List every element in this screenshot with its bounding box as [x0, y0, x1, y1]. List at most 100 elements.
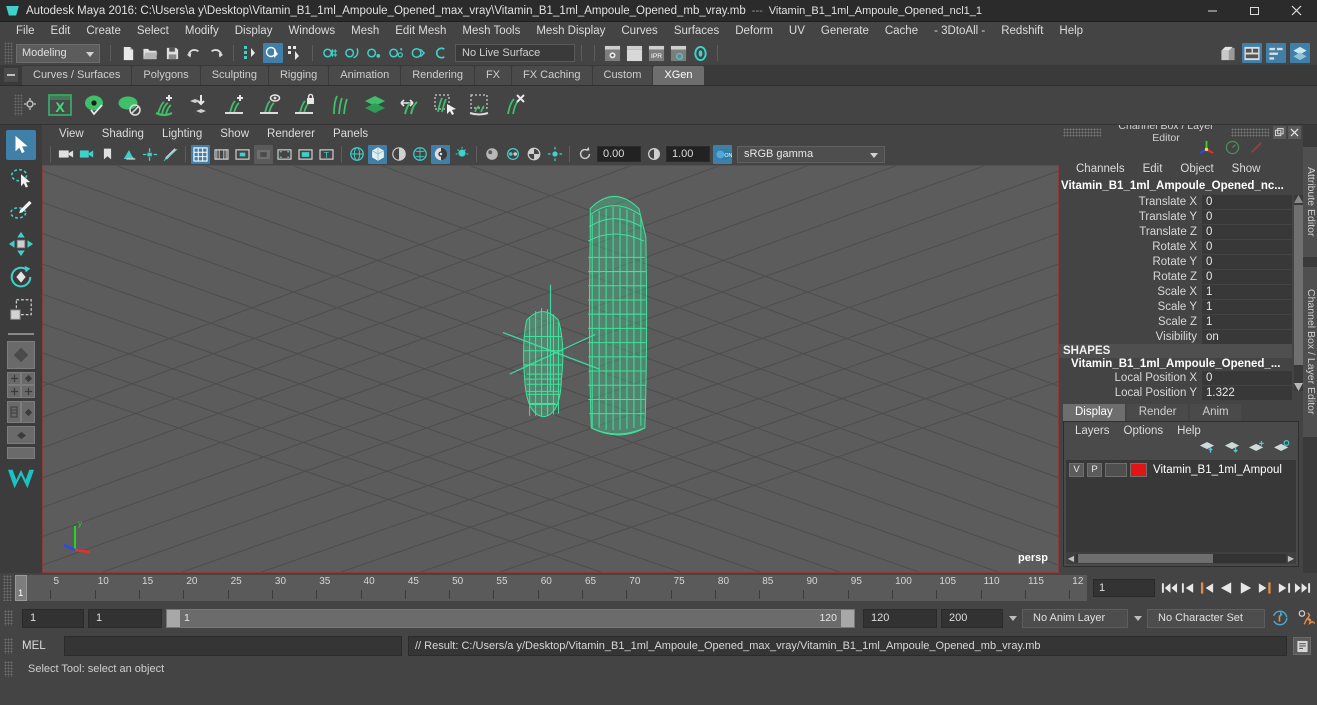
- quick-layout-extra[interactable]: [7, 447, 35, 459]
- channel-menu-channels[interactable]: Channels: [1067, 163, 1134, 175]
- channel-row-translate-z[interactable]: Translate Z 0: [1059, 224, 1292, 239]
- rotate-tool[interactable]: [6, 262, 36, 292]
- channel-box-scrollbar[interactable]: [1294, 195, 1303, 391]
- screen-space-ao-icon[interactable]: [482, 145, 501, 164]
- xgen-preview-icon[interactable]: [81, 91, 109, 119]
- film-origin-icon[interactable]: [275, 145, 294, 164]
- shelf-tab-custom[interactable]: Custom: [592, 66, 653, 85]
- snap-to-projected-center-icon[interactable]: [386, 43, 406, 63]
- xgen-lock-guide-icon[interactable]: [291, 91, 319, 119]
- menu-uv[interactable]: UV: [781, 22, 813, 41]
- script-editor-icon[interactable]: [1293, 637, 1311, 655]
- film-gate-icon[interactable]: [212, 145, 231, 164]
- xgen-import-collection-icon[interactable]: [186, 91, 214, 119]
- channel-value[interactable]: 0: [1202, 224, 1292, 239]
- textured-icon[interactable]: [410, 145, 429, 164]
- quick-layout-cell[interactable]: [21, 372, 35, 385]
- shelf-menu-button[interactable]: [4, 68, 18, 82]
- shelf-tab-curves-surfaces[interactable]: Curves / Surfaces: [22, 66, 132, 85]
- xgen-disable-preview-icon[interactable]: [116, 91, 144, 119]
- menu-display[interactable]: Display: [227, 22, 281, 41]
- two-d-pan-zoom-icon[interactable]: [140, 145, 159, 164]
- select-by-component-icon[interactable]: [285, 43, 305, 63]
- layer-row[interactable]: V P Vitamin_B1_1ml_Ampoul: [1066, 460, 1296, 477]
- play-forwards-icon[interactable]: [1237, 580, 1254, 597]
- use-all-lights-icon[interactable]: [431, 144, 450, 164]
- quick-layout-cell[interactable]: [7, 401, 21, 423]
- anim-layer-selector[interactable]: No Anim Layer: [1022, 608, 1128, 628]
- shelf-tab-fx-caching[interactable]: FX Caching: [512, 66, 592, 85]
- step-back-keyframe-icon[interactable]: [1180, 580, 1197, 597]
- go-to-end-icon[interactable]: [1294, 580, 1311, 597]
- step-forward-frame-icon[interactable]: [1256, 580, 1273, 597]
- range-start-handle[interactable]: [167, 609, 180, 627]
- toggle-tool-settings-icon[interactable]: [1242, 43, 1262, 63]
- viewport-menu-view[interactable]: View: [50, 125, 93, 143]
- shelf-tab-animation[interactable]: Animation: [329, 66, 401, 85]
- viewport-menu-show[interactable]: Show: [211, 125, 258, 143]
- bookmark-icon[interactable]: [98, 145, 117, 164]
- exposure-field[interactable]: 0.00: [597, 146, 641, 162]
- red-marker-icon[interactable]: [1250, 141, 1263, 157]
- channel-value[interactable]: 1: [1202, 299, 1292, 314]
- channel-row-translate-x[interactable]: Translate X 0: [1059, 194, 1292, 209]
- make-live-icon[interactable]: [430, 43, 450, 63]
- manipulator-icon[interactable]: [1198, 139, 1215, 159]
- menu-redshift[interactable]: Redshift: [993, 22, 1051, 41]
- color-management-selector[interactable]: sRGB gamma: [737, 145, 885, 163]
- layer-name[interactable]: Vitamin_B1_1ml_Ampoul: [1150, 464, 1282, 476]
- animation-preferences-icon[interactable]: [1295, 609, 1317, 627]
- menu-3dtoall[interactable]: - 3DtoAll -: [926, 22, 993, 41]
- paint-select-tool[interactable]: [6, 196, 36, 226]
- xgen-delete-guide-icon[interactable]: [501, 91, 529, 119]
- xgen-region-box-icon[interactable]: [466, 91, 494, 119]
- current-frame-field[interactable]: 1: [1093, 579, 1155, 597]
- resolution-gate-icon[interactable]: [233, 145, 252, 164]
- viewport-menu-panels[interactable]: Panels: [324, 125, 377, 143]
- menu-mesh[interactable]: Mesh: [343, 22, 387, 41]
- shelf-tab-sculpting[interactable]: Sculpting: [200, 66, 268, 85]
- xgen-layers-icon[interactable]: [361, 91, 389, 119]
- snap-to-curve-icon[interactable]: [342, 43, 362, 63]
- command-input[interactable]: [64, 636, 402, 656]
- select-by-hierarchy-icon[interactable]: [241, 43, 261, 63]
- menu-curves[interactable]: Curves: [613, 22, 665, 41]
- channel-value[interactable]: 0: [1202, 269, 1292, 284]
- viewport-menu-renderer[interactable]: Renderer: [258, 125, 324, 143]
- motion-blur-icon[interactable]: [503, 145, 522, 164]
- quick-layout-cell[interactable]: [7, 385, 21, 398]
- layer-menu-options[interactable]: Options: [1117, 425, 1171, 437]
- channel-row-scale-z[interactable]: Scale Z 1: [1059, 314, 1292, 329]
- range-row-gripper[interactable]: [4, 610, 13, 626]
- menu-surfaces[interactable]: Surfaces: [666, 22, 727, 41]
- quick-layout-cell[interactable]: [7, 372, 21, 385]
- shelf-tab-rendering[interactable]: Rendering: [401, 66, 474, 85]
- hypershade-icon[interactable]: [690, 43, 710, 63]
- character-set-dropdown-arrow[interactable]: [1132, 609, 1143, 628]
- anim-layer-dropdown-arrow[interactable]: [1007, 609, 1018, 628]
- smooth-shade-icon[interactable]: [368, 144, 387, 164]
- help-row-gripper[interactable]: [4, 661, 13, 677]
- channel-row-local-position-x[interactable]: Local Position X 0: [1059, 370, 1292, 385]
- image-plane-icon[interactable]: [119, 145, 138, 164]
- menu-deform[interactable]: Deform: [727, 22, 781, 41]
- minimize-button[interactable]: [1191, 0, 1233, 22]
- quick-layout-persp-outliner[interactable]: [7, 372, 35, 398]
- channel-value[interactable]: 1: [1202, 284, 1292, 299]
- xgen-select-guide-icon[interactable]: [256, 91, 284, 119]
- layer-list-scrollbar[interactable]: ◀ ▶: [1066, 552, 1296, 564]
- toggle-attribute-editor-icon[interactable]: [1218, 43, 1238, 63]
- character-set-selector[interactable]: No Character Set: [1147, 608, 1265, 628]
- panel-gripper-right[interactable]: [1231, 127, 1269, 137]
- grid-toggle-icon[interactable]: [191, 144, 210, 164]
- current-time-indicator[interactable]: 1: [15, 575, 27, 601]
- speedometer-icon[interactable]: [1225, 140, 1240, 158]
- undock-icon[interactable]: [1273, 125, 1286, 139]
- shaded-wireframe-icon[interactable]: [389, 145, 408, 164]
- scrollbar-thumb[interactable]: [1294, 205, 1303, 365]
- safe-action-icon[interactable]: [296, 145, 315, 164]
- gate-mask-icon[interactable]: [254, 144, 273, 164]
- go-to-start-icon[interactable]: [1161, 580, 1178, 597]
- maximize-button[interactable]: [1233, 0, 1275, 22]
- multisample-icon[interactable]: [524, 145, 543, 164]
